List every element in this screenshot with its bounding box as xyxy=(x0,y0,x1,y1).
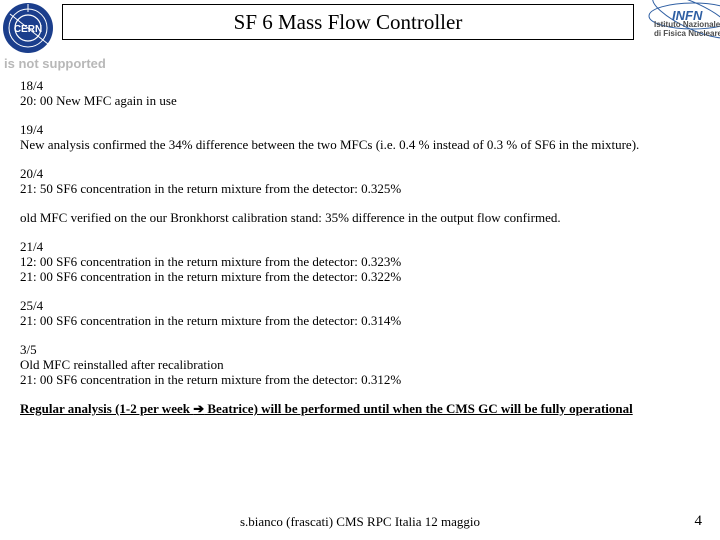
entry-line: 20: 00 New MFC again in use xyxy=(20,93,700,108)
log-entry: old MFC verified on the our Bronkhorst c… xyxy=(20,210,700,225)
entry-date: 25/4 xyxy=(20,298,700,313)
summary-line: Regular analysis (1-2 per week ➔ Beatric… xyxy=(20,401,700,416)
log-entry: 20/4 21: 50 SF6 concentration in the ret… xyxy=(20,166,700,196)
log-entry: 18/4 20: 00 New MFC again in use xyxy=(20,78,700,108)
infn-line2: di Fisica Nucleare xyxy=(654,29,720,38)
log-entry: 25/4 21: 00 SF6 concentration in the ret… xyxy=(20,298,700,328)
arrow-icon: ➔ xyxy=(193,401,204,416)
entry-line: old MFC verified on the our Bronkhorst c… xyxy=(20,210,700,225)
log-entry: 21/4 12: 00 SF6 concentration in the ret… xyxy=(20,239,700,284)
entry-line: Old MFC reinstalled after recalibration xyxy=(20,357,700,372)
footer-text: s.bianco (frascati) CMS RPC Italia 12 ma… xyxy=(0,514,720,530)
entry-line: 21: 00 SF6 concentration in the return m… xyxy=(20,313,700,328)
summary-part1: Regular analysis (1-2 per week xyxy=(20,401,193,416)
infn-logo: INFN Istituto Nazionale di Fisica Nuclea… xyxy=(638,0,720,58)
cern-logo: CERN xyxy=(2,2,54,54)
entry-date: 20/4 xyxy=(20,166,700,181)
entry-date: 18/4 xyxy=(20,78,700,93)
infn-line1: Istituto Nazionale xyxy=(654,20,720,29)
slide-title: SF 6 Mass Flow Controller xyxy=(234,10,463,35)
svg-text:CERN: CERN xyxy=(14,24,42,35)
slide-body: 18/4 20: 00 New MFC again in use 19/4 Ne… xyxy=(20,78,700,416)
log-entry: 3/5 Old MFC reinstalled after recalibrat… xyxy=(20,342,700,387)
entry-line: 21: 00 SF6 concentration in the return m… xyxy=(20,269,700,284)
entry-date: 19/4 xyxy=(20,122,700,137)
entry-line: 21: 50 SF6 concentration in the return m… xyxy=(20,181,700,196)
not-supported-text: is not supported xyxy=(4,56,106,71)
summary-part2: Beatrice) will be performed until when t… xyxy=(204,401,633,416)
entry-line: 21: 00 SF6 concentration in the return m… xyxy=(20,372,700,387)
title-box: SF 6 Mass Flow Controller xyxy=(62,4,634,40)
entry-line: New analysis confirmed the 34% differenc… xyxy=(20,137,700,152)
entry-date: 3/5 xyxy=(20,342,700,357)
log-entry: 19/4 New analysis confirmed the 34% diff… xyxy=(20,122,700,152)
entry-date: 21/4 xyxy=(20,239,700,254)
infn-label: Istituto Nazionale di Fisica Nucleare xyxy=(654,20,720,38)
entry-line: 12: 00 SF6 concentration in the return m… xyxy=(20,254,700,269)
page-number: 4 xyxy=(695,513,703,530)
header: CERN SF 6 Mass Flow Controller INFN Isti… xyxy=(0,0,720,58)
